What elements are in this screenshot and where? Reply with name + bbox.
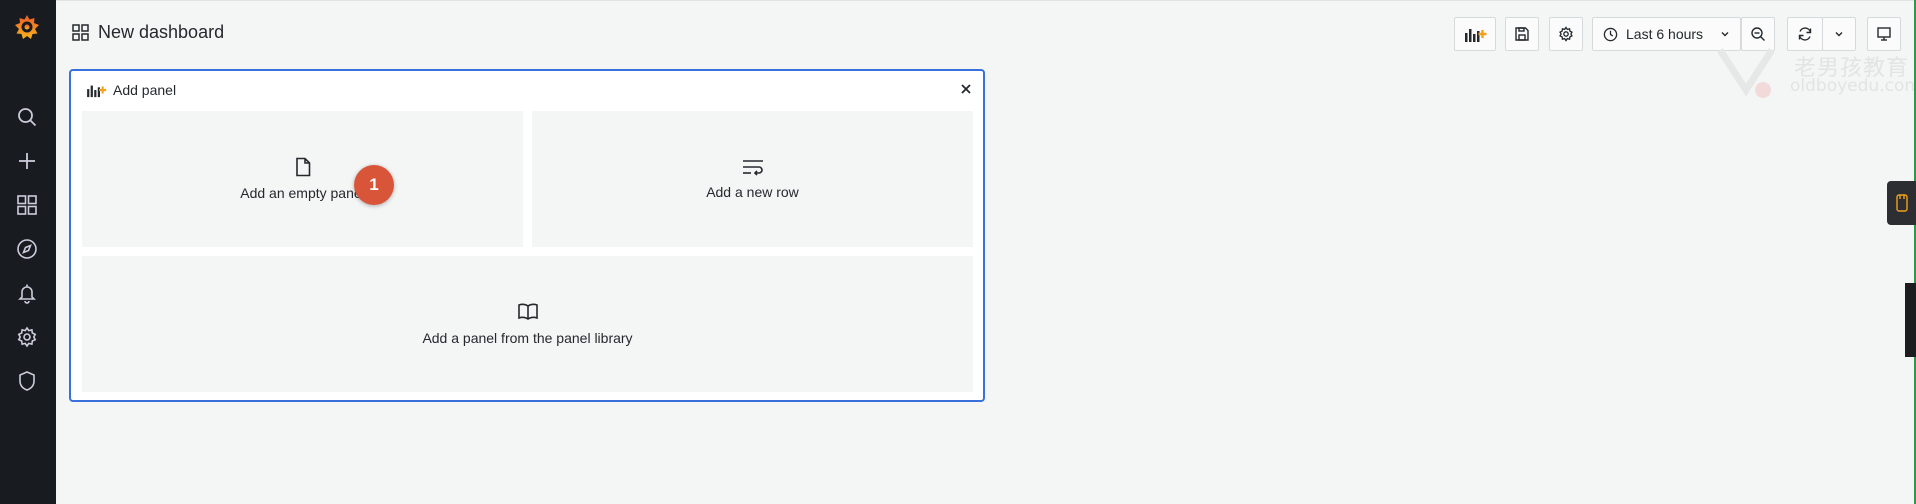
add-empty-panel-label: Add an empty panel (240, 185, 365, 201)
clock-icon (1603, 27, 1618, 41)
step-badge: 1 (354, 165, 394, 205)
grafana-logo-icon[interactable] (12, 12, 42, 42)
side-tab[interactable] (1887, 181, 1916, 225)
dashboard-title[interactable]: New dashboard (98, 22, 224, 43)
monitor-icon (1877, 27, 1891, 41)
add-panel-header: Add panel (71, 71, 983, 109)
add-new-row-option[interactable]: Add a new row (532, 111, 973, 247)
explore-icon[interactable] (12, 234, 42, 264)
chevron-down-icon (1721, 32, 1729, 37)
add-panel-icon (87, 85, 107, 98)
add-library-panel-label: Add a panel from the panel library (422, 330, 633, 346)
time-range-label: Last 6 hours (1626, 26, 1704, 42)
add-empty-panel-option[interactable]: Add an empty panel (82, 111, 523, 247)
add-panel-title: Add panel (113, 82, 177, 98)
add-panel-button[interactable] (1454, 17, 1496, 51)
row-icon (742, 160, 763, 176)
add-new-row-label: Add a new row (706, 184, 799, 200)
alerting-icon[interactable] (12, 278, 42, 308)
file-icon (295, 157, 310, 177)
add-panel-widget: Add panel Add an empty panel Add a new r… (69, 69, 985, 402)
save-dashboard-button[interactable] (1505, 17, 1539, 51)
plus-icon[interactable] (12, 146, 42, 176)
dashboard-grid-icon (72, 24, 89, 41)
cup-icon (1895, 194, 1908, 212)
refresh-icon (1798, 27, 1812, 41)
page-title: New dashboard (72, 22, 224, 43)
close-icon[interactable] (957, 80, 975, 98)
add-library-panel-option[interactable]: Add a panel from the panel library (82, 256, 973, 392)
scrollbar-thumb[interactable] (1905, 283, 1916, 357)
dashboard-settings-button[interactable] (1549, 17, 1583, 51)
add-panel-icon (1465, 29, 1487, 42)
book-icon (517, 303, 538, 320)
gear-icon (1559, 26, 1573, 42)
sidebar (0, 0, 56, 504)
search-icon[interactable] (12, 102, 42, 132)
save-icon (1515, 27, 1529, 41)
chevron-down-icon (1835, 32, 1843, 37)
dashboards-icon[interactable] (12, 190, 42, 220)
top-border (56, 0, 1916, 1)
watermark-text-en: oldboyedu.com (1790, 76, 1916, 96)
zoom-out-icon (1751, 27, 1765, 41)
configuration-icon[interactable] (12, 322, 42, 352)
shield-icon[interactable] (12, 366, 42, 396)
